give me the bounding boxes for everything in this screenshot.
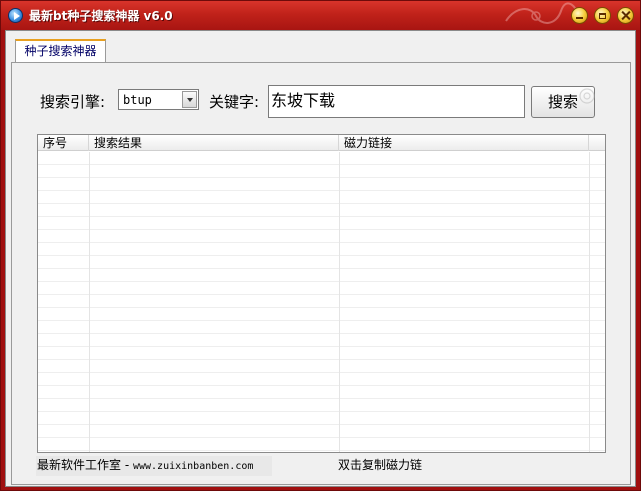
table-row-line — [38, 320, 605, 321]
table-row-line — [38, 255, 605, 256]
table-row-line — [38, 372, 605, 373]
app-logo-icon — [8, 8, 23, 23]
studio-url: www.zuixinbanben.com — [132, 461, 254, 472]
engine-select[interactable]: btup — [118, 89, 199, 110]
table-row-line — [38, 177, 605, 178]
window-title: 最新bt种子搜索神器 v6.0 — [29, 9, 173, 23]
table-row-line — [38, 281, 605, 282]
table-body[interactable] — [38, 152, 605, 452]
column-header-seq[interactable]: 序号 — [38, 135, 89, 151]
table-row-line — [38, 294, 605, 295]
app-window: 最新bt种子搜索神器 v6.0 种子搜索神器 搜索引擎: btup 关键字: 东… — [0, 0, 641, 491]
swirl-decoration-icon — [505, 2, 580, 24]
engine-select-value: btup — [123, 93, 152, 107]
title-bar[interactable]: 最新bt种子搜索神器 v6.0 — [1, 1, 640, 30]
swirl-decoration-icon — [579, 88, 595, 104]
table-column-line — [589, 152, 590, 452]
column-header-magnet[interactable]: 磁力链接 — [339, 135, 589, 151]
results-table[interactable]: 序号 搜索结果 磁力链接 — [37, 134, 606, 453]
copy-hint: 双击复制磁力链 — [338, 458, 423, 472]
studio-credit-text: 最新软件工作室 - — [37, 458, 133, 472]
table-row-line — [38, 450, 605, 451]
table-row-line — [38, 346, 605, 347]
search-button-label: 搜索 — [547, 93, 578, 111]
maximize-button[interactable] — [594, 7, 611, 24]
engine-label: 搜索引擎: — [40, 93, 106, 111]
table-row-line — [38, 411, 605, 412]
tab-seed-search[interactable]: 种子搜索神器 — [15, 39, 106, 63]
chevron-down-icon — [186, 97, 193, 102]
client-area: 种子搜索神器 搜索引擎: btup 关键字: 东坡下载 搜索 序号 搜索结果 磁… — [5, 30, 636, 487]
table-row-line — [38, 398, 605, 399]
studio-credit: 最新软件工作室 - www.zuixinbanben.com — [36, 456, 272, 476]
maximize-icon — [599, 12, 606, 19]
table-row-line — [38, 385, 605, 386]
table-row-line — [38, 424, 605, 425]
close-button[interactable] — [617, 7, 634, 24]
minimize-button[interactable] — [571, 7, 588, 24]
table-row-line — [38, 164, 605, 165]
keyword-label: 关键字: — [209, 93, 260, 111]
table-row-line — [38, 359, 605, 360]
table-header: 序号 搜索结果 磁力链接 — [38, 135, 605, 151]
table-row-line — [38, 190, 605, 191]
close-icon — [621, 11, 630, 20]
keyword-input[interactable]: 东坡下载 — [268, 85, 525, 118]
table-row-line — [38, 229, 605, 230]
table-row-line — [38, 242, 605, 243]
column-header-filler — [589, 135, 605, 151]
table-row-line — [38, 268, 605, 269]
table-row-line — [38, 203, 605, 204]
table-row-line — [38, 307, 605, 308]
table-column-line — [89, 152, 90, 452]
search-button[interactable]: 搜索 — [531, 86, 595, 118]
table-column-line — [339, 152, 340, 452]
table-row-line — [38, 333, 605, 334]
table-row-line — [38, 216, 605, 217]
engine-dropdown-button[interactable] — [182, 91, 197, 108]
minimize-icon — [576, 17, 583, 19]
column-header-result[interactable]: 搜索结果 — [89, 135, 339, 151]
table-row-line — [38, 437, 605, 438]
